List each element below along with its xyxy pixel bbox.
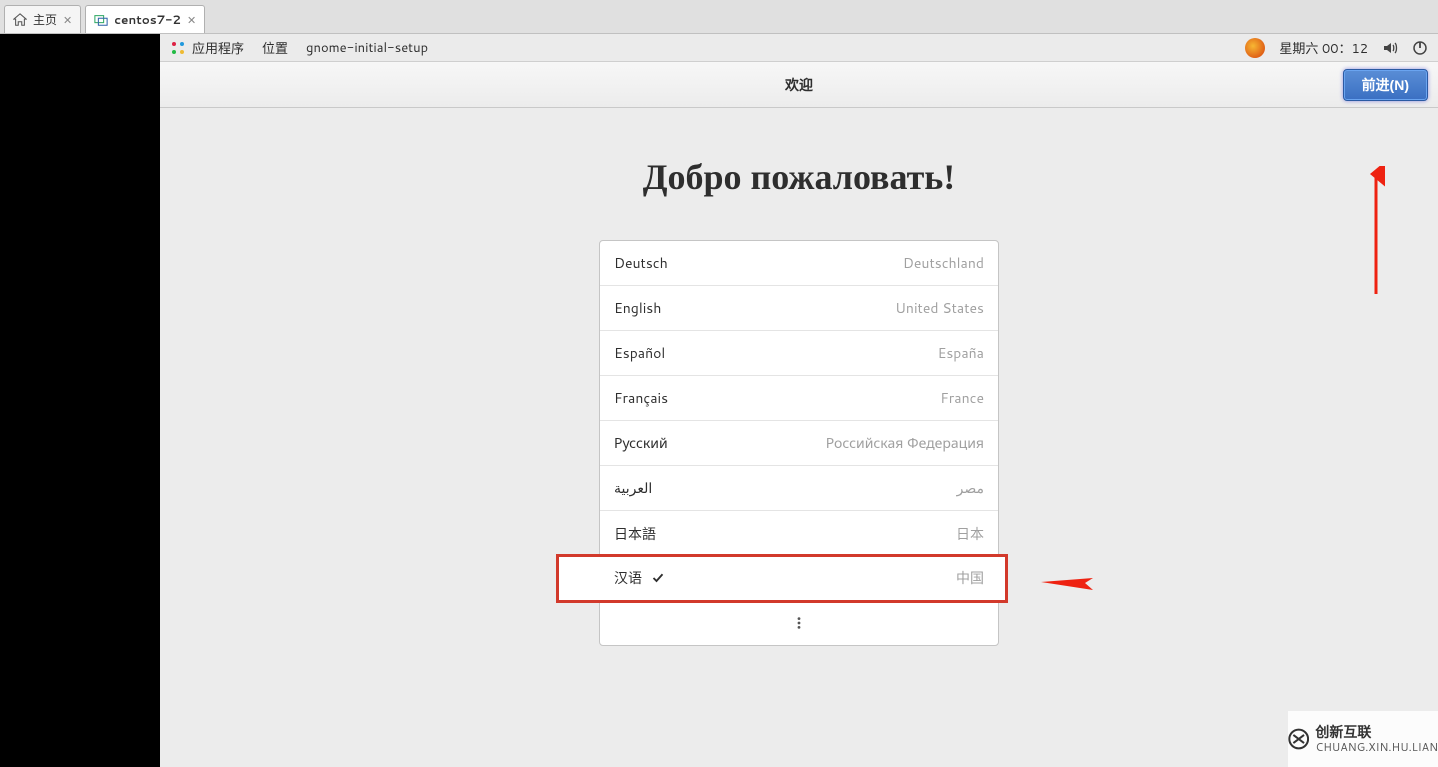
language-row-arabic[interactable]: العربية مصر — [600, 466, 998, 511]
power-icon[interactable] — [1412, 40, 1428, 56]
vm-guest-display: 应用程序 位置 gnome-initial-setup 星期六 00：12 欢迎… — [160, 34, 1438, 767]
language-row-francais[interactable]: Français France — [600, 376, 998, 421]
language-region: مصر — [957, 478, 984, 498]
home-icon — [13, 13, 27, 27]
watermark-pinyin: CHUANG.XIN.HU.LIAN — [1315, 741, 1438, 753]
language-name: Français — [614, 388, 668, 408]
host-tab-home[interactable]: 主页 ✕ — [4, 5, 81, 33]
wizard-body: Добро пожаловать! Deutsch Deutschland En… — [160, 108, 1438, 767]
language-row-chinese[interactable]: 汉语 中国 — [558, 556, 1006, 601]
applications-label: 应用程序 — [192, 38, 244, 58]
close-icon[interactable]: ✕ — [187, 12, 196, 28]
language-region: 日本 — [956, 524, 984, 544]
kebab-icon — [792, 616, 806, 630]
host-tab-vm[interactable]: centos7-2 ✕ — [85, 5, 205, 33]
language-name: Español — [614, 343, 665, 363]
close-icon[interactable]: ✕ — [63, 12, 72, 28]
applications-menu[interactable]: 应用程序 — [170, 38, 244, 58]
host-tab-strip: 主页 ✕ centos7-2 ✕ — [0, 0, 1438, 34]
language-name: 日本語 — [614, 524, 656, 544]
volume-icon[interactable] — [1382, 40, 1398, 56]
language-region: Deutschland — [903, 253, 984, 273]
watermark-logo-icon — [1288, 725, 1309, 753]
language-row-english[interactable]: English United States — [600, 286, 998, 331]
language-region: United States — [895, 298, 984, 318]
language-row-russian[interactable]: Русский Российская Федерация — [600, 421, 998, 466]
language-row-espanol[interactable]: Español España — [600, 331, 998, 376]
language-region: Российская Федерация — [826, 433, 984, 453]
host-tab-label: 主页 — [33, 11, 57, 28]
watermark-badge: 创新互联 CHUANG.XIN.HU.LIAN — [1288, 711, 1438, 767]
language-list: Deutsch Deutschland English United State… — [599, 240, 999, 646]
language-name: English — [614, 298, 661, 318]
language-region: 中国 — [956, 568, 984, 588]
gnome-top-bar: 应用程序 位置 gnome-initial-setup 星期六 00：12 — [160, 34, 1438, 62]
wizard-title: 欢迎 — [785, 75, 813, 95]
language-name: 汉语 — [614, 568, 642, 588]
wizard-header-bar: 欢迎 前进(N) — [160, 62, 1438, 108]
welcome-heading: Добро пожаловать! — [643, 156, 956, 198]
focused-app-name[interactable]: gnome-initial-setup — [306, 39, 428, 57]
check-icon — [652, 572, 664, 584]
language-name: Deutsch — [614, 253, 668, 273]
language-region: España — [938, 343, 984, 363]
language-region: France — [940, 388, 984, 408]
applications-icon — [170, 40, 186, 56]
language-row-deutsch[interactable]: Deutsch Deutschland — [600, 241, 998, 286]
vm-icon — [94, 13, 108, 27]
next-button[interactable]: 前进(N) — [1343, 69, 1428, 101]
annotation-arrow-up — [1367, 166, 1385, 296]
more-languages-button[interactable] — [600, 601, 998, 645]
language-name: العربية — [614, 478, 652, 498]
language-row-japanese[interactable]: 日本語 日本 — [600, 511, 998, 556]
clock-label[interactable]: 星期六 00：12 — [1279, 38, 1368, 58]
annotation-arrow-left — [1035, 572, 1093, 592]
firefox-launcher-icon[interactable] — [1245, 38, 1265, 58]
places-menu[interactable]: 位置 — [262, 38, 288, 58]
host-black-gutter — [0, 34, 160, 767]
language-name: Русский — [614, 433, 668, 453]
host-tab-label: centos7-2 — [114, 11, 181, 28]
